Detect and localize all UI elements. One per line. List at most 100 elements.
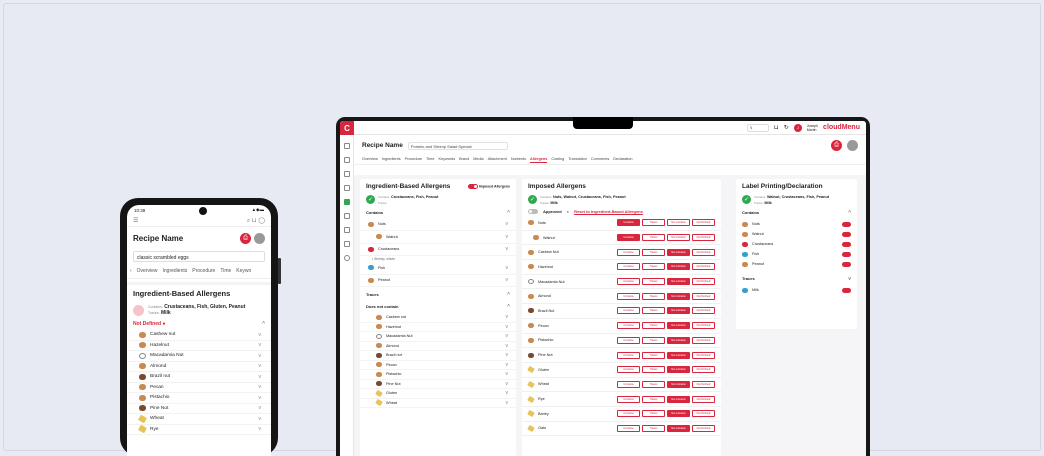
print-icon[interactable]: ⎙: [240, 232, 251, 244]
tab-procedure[interactable]: Procedure: [192, 268, 215, 274]
traces-button[interactable]: Traces: [642, 322, 665, 330]
allergen-row[interactable]: Pecan v: [360, 361, 516, 370]
not-defined-button[interactable]: Not Defined: [692, 351, 715, 359]
chevron-down-icon[interactable]: v: [259, 353, 262, 359]
not-contains-button[interactable]: Not contains: [667, 219, 690, 227]
tab-time[interactable]: Time: [426, 157, 434, 163]
search-icon[interactable]: ⌕: [247, 218, 250, 224]
not-defined-header[interactable]: Not Defined ● ^: [127, 318, 271, 330]
contains-button[interactable]: Contains: [617, 234, 640, 242]
allergen-row[interactable]: Hazelnut v: [360, 323, 516, 332]
traces-button[interactable]: Traces: [642, 263, 665, 271]
not-contains-button[interactable]: Not contains: [667, 248, 690, 256]
tab-keywords[interactable]: Keywo: [236, 268, 251, 274]
chevron-down-icon[interactable]: v: [259, 384, 262, 390]
toggle-icon[interactable]: [467, 184, 478, 189]
chevron-down-icon[interactable]: v: [506, 277, 509, 283]
chevron-down-icon[interactable]: v: [506, 381, 509, 387]
not-defined-button[interactable]: Not Defined: [692, 307, 715, 315]
not-defined-button[interactable]: Not Defined: [692, 278, 715, 286]
chevron-down-icon[interactable]: v: [506, 246, 509, 252]
chevron-down-icon[interactable]: v: [506, 400, 509, 406]
tab-brand[interactable]: Brand: [459, 157, 469, 163]
chevron-down-icon[interactable]: v: [259, 374, 262, 380]
tab-overview[interactable]: Overview: [362, 157, 378, 163]
tab-allergens[interactable]: Allergens: [530, 157, 548, 163]
home-icon[interactable]: [343, 143, 350, 149]
traces-button[interactable]: Traces: [642, 380, 665, 388]
print-icon[interactable]: ⎙: [831, 140, 842, 151]
cart-icon[interactable]: [343, 213, 350, 219]
traces-button[interactable]: Traces: [642, 351, 665, 359]
traces-button[interactable]: Traces: [642, 219, 665, 227]
list-item[interactable]: Pistachio v: [127, 393, 271, 404]
refresh-icon[interactable]: ↻: [784, 124, 789, 131]
tab-procedure[interactable]: Procedure: [405, 157, 423, 163]
list-item[interactable]: Brazil nut v: [127, 372, 271, 383]
not-contains-button[interactable]: Not contains: [667, 322, 690, 330]
chevron-down-icon[interactable]: v: [259, 416, 262, 422]
label-contains-header[interactable]: Contains ^: [736, 207, 857, 219]
allergen-row[interactable]: Cashew nut v: [360, 313, 516, 323]
not-defined-button[interactable]: Not Defined: [692, 322, 715, 330]
toggle-switch[interactable]: [842, 261, 851, 267]
chevron-down-icon[interactable]: v: [848, 276, 851, 282]
calendar-icon[interactable]: [343, 185, 350, 191]
chevron-down-icon[interactable]: v: [259, 363, 262, 369]
not-defined-button[interactable]: Not Defined: [692, 219, 715, 227]
not-contains-button[interactable]: Not contains: [667, 380, 690, 388]
chevron-down-icon[interactable]: v: [506, 265, 509, 271]
traces-section-header[interactable]: Traces ^: [360, 289, 516, 301]
more-icon[interactable]: [847, 140, 858, 151]
chevron-up-icon[interactable]: ^: [262, 321, 265, 327]
chevron-down-icon[interactable]: v: [259, 342, 262, 348]
chevron-down-icon[interactable]: v: [506, 314, 509, 320]
document-icon[interactable]: [343, 171, 350, 177]
not-defined-button[interactable]: Not Defined: [692, 395, 715, 403]
tab-ingredients[interactable]: Ingredients: [382, 157, 401, 163]
traces-button[interactable]: Traces: [642, 307, 665, 315]
label-traces-header[interactable]: Traces v: [736, 273, 857, 285]
chevron-down-icon[interactable]: v: [259, 426, 262, 432]
contains-button[interactable]: Contains: [617, 351, 640, 359]
allergen-row[interactable]: Crustaceans v: [360, 244, 516, 256]
not-defined-button[interactable]: Not Defined: [692, 410, 715, 418]
allergen-row[interactable]: Wheat v: [360, 399, 516, 408]
allergen-row[interactable]: Pine Nut v: [360, 380, 516, 389]
traces-button[interactable]: Traces: [642, 248, 665, 256]
contains-button[interactable]: Contains: [617, 410, 640, 418]
allergen-row[interactable]: Fish v: [360, 262, 516, 275]
contains-button[interactable]: Contains: [617, 395, 640, 403]
tab-media[interactable]: Media: [473, 157, 483, 163]
reset-link[interactable]: Reset to Ingredient-Based Allergens: [574, 209, 643, 214]
not-defined-button[interactable]: Not Defined: [692, 336, 715, 344]
chevron-down-icon[interactable]: v: [506, 221, 509, 227]
not-contains-button[interactable]: Not contains: [667, 395, 690, 403]
tab-declaration[interactable]: Declaration: [613, 157, 632, 163]
bell-icon[interactable]: ◯: [258, 218, 265, 224]
tab-keywords[interactable]: Keywords: [438, 157, 455, 163]
tab-overview[interactable]: Overview: [137, 268, 158, 274]
traces-button[interactable]: Traces: [642, 410, 665, 418]
pencil-icon[interactable]: [343, 157, 350, 163]
new-badge-icon[interactable]: [343, 199, 350, 205]
hamburger-icon[interactable]: ☰: [133, 217, 138, 224]
contains-button[interactable]: Contains: [617, 336, 640, 344]
toggle-switch[interactable]: [842, 241, 851, 247]
not-contains-button[interactable]: Not contains: [667, 424, 690, 432]
recipe-name-input[interactable]: classic scrambled eggs: [133, 251, 265, 262]
users-icon[interactable]: [343, 241, 350, 247]
dnc-section-header[interactable]: Does not contain ^: [360, 301, 516, 313]
chevron-down-icon[interactable]: v: [259, 395, 262, 401]
list-item[interactable]: Macadamia Nut v: [127, 351, 271, 362]
list-item[interactable]: Almond v: [127, 362, 271, 372]
chevron-up-icon[interactable]: ^: [507, 304, 510, 310]
chevron-up-icon[interactable]: ^: [507, 210, 510, 216]
chevron-up-icon[interactable]: ^: [507, 292, 510, 298]
contains-button[interactable]: Contains: [617, 292, 640, 300]
contains-button[interactable]: Contains: [617, 424, 640, 432]
basket-icon[interactable]: ⊔: [252, 218, 257, 224]
tab-costing[interactable]: Costing: [551, 157, 564, 163]
not-defined-button[interactable]: Not Defined: [692, 380, 715, 388]
list-item[interactable]: Hazelnut v: [127, 341, 271, 351]
